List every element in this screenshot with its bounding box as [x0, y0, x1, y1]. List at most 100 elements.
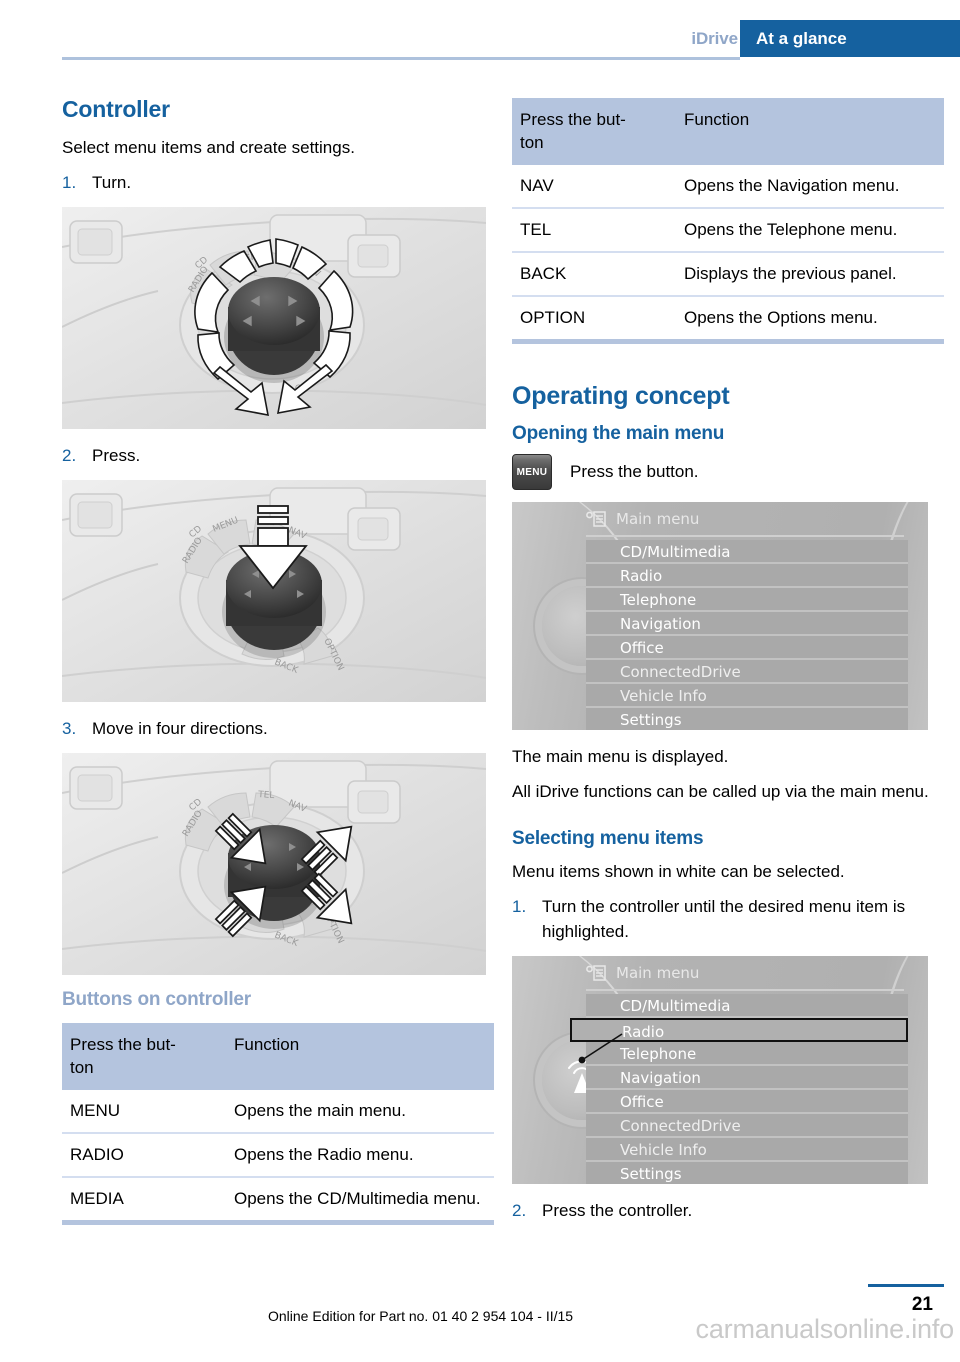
step-turn-controller: 1. Turn the controller until the desired…	[512, 894, 944, 944]
table-cell-function: Opens the Radio menu.	[226, 1132, 494, 1177]
step-text: Turn the controller until the desired me…	[542, 897, 906, 941]
table-cell-function: Opens the Telephone menu.	[676, 207, 944, 252]
menu-item-connecteddrive[interactable]: ConnectedDrive	[586, 660, 908, 684]
subtitle-opening-the-main-menu: Opening the main menu	[512, 423, 725, 444]
subtitle-selecting-menu-items: Selecting menu items	[512, 828, 704, 849]
table-cell-button: RADIO	[62, 1132, 226, 1177]
page-footer: carmanualsonline.info Online Edition for…	[0, 1272, 960, 1362]
table-header-button-line1: Press the but-	[70, 1035, 176, 1054]
table-cell-button: MEDIA	[62, 1176, 226, 1220]
header-tab-idrive: iDrive	[691, 29, 738, 48]
table-bottom-rule	[512, 339, 944, 344]
table-row: MEDIA Opens the CD/Multimedia menu.	[62, 1176, 494, 1220]
menu-item-navigation[interactable]: Navigation	[586, 612, 908, 636]
screen-header: Main menu	[586, 510, 699, 528]
idrive-screen-main-menu: Main menu CD/Multimedia Radio Telephone …	[512, 502, 928, 730]
selecting-menu-items-intro: Menu items shown in white can be selecte…	[512, 862, 845, 881]
left-column: Controller Select menu items and create …	[62, 96, 494, 1225]
table-cell-function: Opens the CD/Multimedia menu.	[226, 1176, 494, 1220]
footer-page-rule	[868, 1284, 944, 1287]
table-cell-function: Opens the Navigation menu.	[684, 176, 900, 195]
screen-title: Main menu	[616, 510, 700, 528]
screen-header-divider	[586, 989, 904, 991]
step-press: 2. Press.	[62, 443, 494, 468]
page-number: 21	[911, 1294, 933, 1315]
menu-key-instruction-text: Press the button.	[570, 462, 699, 481]
controller-turn-photo: RADIO CD MENU TEL NAV BACK	[62, 207, 486, 429]
step-number: 1.	[512, 897, 527, 916]
table-header-button: Press the but-ton	[62, 1023, 226, 1090]
step-text: Press.	[92, 446, 141, 465]
idrive-screen-main-menu-radio-selected: Main menu CD/Multimedia Radio Telephone …	[512, 956, 928, 1184]
header-divider	[62, 57, 740, 60]
menu-item-vehicle-info[interactable]: Vehicle Info	[586, 684, 908, 708]
watermark: carmanualsonline.info	[695, 1314, 955, 1344]
menu-item-settings[interactable]: Settings	[586, 708, 908, 730]
screen-menu-list: CD/Multimedia Radio Telephone Navigation…	[586, 540, 908, 730]
menu-item-connecteddrive[interactable]: ConnectedDrive	[586, 1114, 908, 1138]
table-row: RADIO Opens the Radio menu.	[62, 1132, 494, 1177]
svg-text:TEL: TEL	[257, 790, 275, 801]
table-header-button-line2: ton	[520, 133, 544, 152]
table-cell-button: BACK	[512, 251, 676, 296]
menu-item-vehicle-info[interactable]: Vehicle Info	[586, 1138, 908, 1162]
subtitle-buttons-on-controller: Buttons on controller	[62, 989, 251, 1010]
step-number: 1.	[62, 173, 77, 192]
menu-item-radio[interactable]: Radio	[570, 1018, 908, 1042]
main-menu-icon	[586, 511, 606, 527]
table-header-function: Function	[676, 98, 944, 165]
table-cell-button: NAV	[520, 176, 554, 195]
step-move: 3. Move in four directions.	[62, 716, 494, 741]
screen-menu-list: CD/Multimedia Radio Telephone Navigation…	[570, 994, 908, 1184]
table-bottom-rule	[62, 1220, 494, 1225]
menu-item-telephone[interactable]: Telephone	[586, 1042, 908, 1066]
table-row: OPTION Opens the Options menu.	[512, 295, 944, 339]
screen-header: Main menu	[586, 964, 699, 982]
page-title-controller: Controller	[62, 96, 170, 122]
table-cell-button: TEL	[512, 207, 676, 252]
step-press-controller: 2. Press the controller.	[512, 1198, 944, 1223]
menu-item-telephone[interactable]: Telephone	[586, 588, 908, 612]
menu-item-cd-multimedia[interactable]: CD/Multimedia	[586, 540, 908, 564]
table-row: TEL Opens the Telephone menu.	[512, 207, 944, 252]
header-tab-at-a-glance: At a glance	[740, 20, 960, 57]
table-cell-function: Opens the main menu.	[234, 1101, 406, 1120]
menu-item-radio[interactable]: Radio	[586, 564, 908, 588]
step-number: 3.	[62, 719, 77, 738]
table-row: NAV Opens the Navigation menu.	[512, 165, 944, 208]
buttons-table-left: Press the but-ton Function MENU Opens th…	[62, 1023, 494, 1220]
table-header-row: Press the but-ton Function	[62, 1023, 494, 1090]
menu-item-office[interactable]: Office	[586, 1090, 908, 1114]
right-column: Press the but-ton Function NAV Opens the…	[512, 96, 944, 1235]
idrive-functions-text: All iDrive functions can be called up vi…	[512, 782, 929, 801]
table-row: BACK Displays the previous panel.	[512, 251, 944, 296]
table-header-button-line2: ton	[70, 1058, 94, 1077]
menu-key-instruction-row: MENU Press the button.	[512, 454, 944, 490]
step-text: Move in four directions.	[92, 719, 268, 738]
menu-item-navigation[interactable]: Navigation	[586, 1066, 908, 1090]
table-header-function: Function	[226, 1023, 494, 1090]
step-text: Press the controller.	[542, 1201, 693, 1220]
menu-item-office[interactable]: Office	[586, 636, 908, 660]
table-header-button-line1: Press the but-	[520, 110, 626, 129]
controller-move-photo: RADIO CD TEL NAV OPTION BACK	[62, 753, 486, 975]
screen-title: Main menu	[616, 964, 700, 982]
table-cell-function: Opens the Options menu.	[676, 295, 944, 339]
menu-button-icon[interactable]: MENU	[512, 454, 552, 490]
step-number: 2.	[62, 446, 77, 465]
main-menu-icon	[586, 965, 606, 981]
controller-intro-text: Select menu items and create settings.	[62, 138, 355, 157]
table-row: MENU Opens the main menu.	[62, 1090, 494, 1133]
footer-edition-note: Online Edition for Part no. 01 40 2 954 …	[268, 1308, 574, 1324]
controller-press-photo: RADIO CD MENU TEL NAV OPTION BACK	[62, 480, 486, 702]
menu-item-cd-multimedia[interactable]: CD/Multimedia	[586, 994, 908, 1018]
table-header-button: Press the but-ton	[512, 98, 676, 165]
table-cell-button: MENU	[70, 1101, 121, 1120]
step-turn: 1. Turn.	[62, 170, 494, 195]
table-cell-function: Displays the previous panel.	[676, 251, 944, 296]
table-header-row: Press the but-ton Function	[512, 98, 944, 165]
menu-item-settings[interactable]: Settings	[586, 1162, 908, 1184]
main-menu-displayed-text: The main menu is displayed.	[512, 747, 729, 766]
step-number: 2.	[512, 1201, 527, 1220]
step-text: Turn.	[92, 173, 132, 192]
